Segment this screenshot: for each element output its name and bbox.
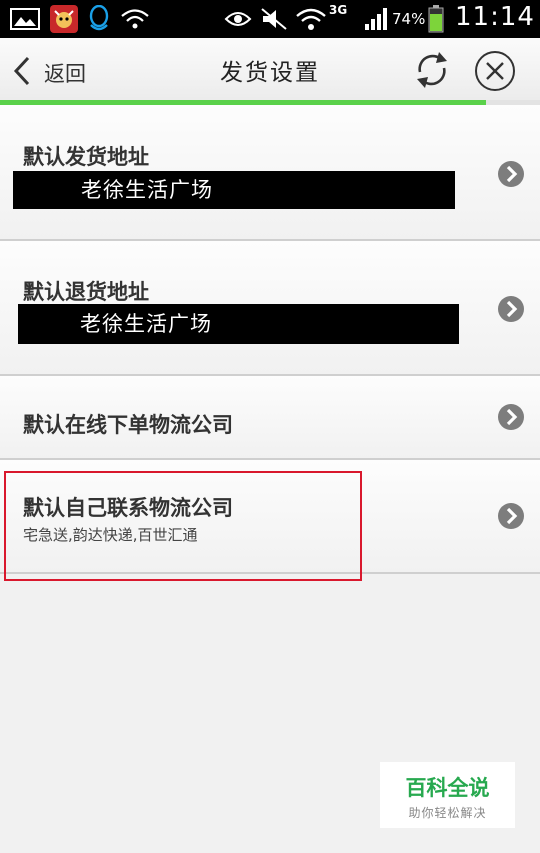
highlight-box bbox=[4, 471, 362, 581]
battery-icon bbox=[428, 5, 444, 33]
row-title: 默认退货地址 bbox=[23, 280, 149, 304]
refresh-button[interactable] bbox=[412, 48, 452, 92]
status-bar: 3G 74% 11:14 bbox=[0, 0, 540, 38]
wifi-icon bbox=[296, 8, 326, 30]
watermark-title: 百科全说 bbox=[405, 776, 490, 800]
watermark-subtitle: 助你轻松解决 bbox=[408, 806, 487, 820]
signal-icon bbox=[365, 8, 387, 30]
chevron-right-icon bbox=[498, 296, 524, 322]
watermark-logo: 百科全说 助你轻松解决 bbox=[380, 762, 515, 828]
app-cow-icon bbox=[50, 5, 78, 33]
default-ship-address-row[interactable]: 默认发货地址 老徐生活广场 bbox=[0, 105, 540, 241]
close-icon bbox=[475, 51, 515, 91]
clock-time: 11:14 bbox=[455, 2, 535, 32]
network-type-label: 3G bbox=[329, 3, 348, 17]
chevron-right-icon bbox=[498, 404, 524, 430]
redacted-address: 老徐生活广场 bbox=[13, 171, 455, 209]
row-title: 默认发货地址 bbox=[23, 145, 149, 169]
qq-penguin-icon bbox=[89, 5, 109, 31]
chevron-right-icon bbox=[498, 161, 524, 187]
battery-percent: 74% bbox=[392, 10, 426, 28]
gallery-icon bbox=[10, 8, 40, 30]
redacted-address: 老徐生活广场 bbox=[18, 304, 459, 344]
wifi-lock-icon bbox=[121, 9, 149, 29]
close-button[interactable] bbox=[474, 50, 516, 92]
mute-icon bbox=[261, 8, 287, 30]
online-logistics-row[interactable]: 默认在线下单物流公司 bbox=[0, 376, 540, 460]
eye-icon bbox=[224, 12, 252, 26]
row-title: 默认在线下单物流公司 bbox=[23, 413, 233, 437]
default-return-address-row[interactable]: 默认退货地址 老徐生活广场 bbox=[0, 241, 540, 376]
page-title: 发货设置 bbox=[220, 60, 320, 86]
chevron-right-icon bbox=[498, 503, 524, 529]
refresh-icon bbox=[417, 52, 447, 88]
title-bar: 返回 发货设置 bbox=[0, 38, 540, 100]
